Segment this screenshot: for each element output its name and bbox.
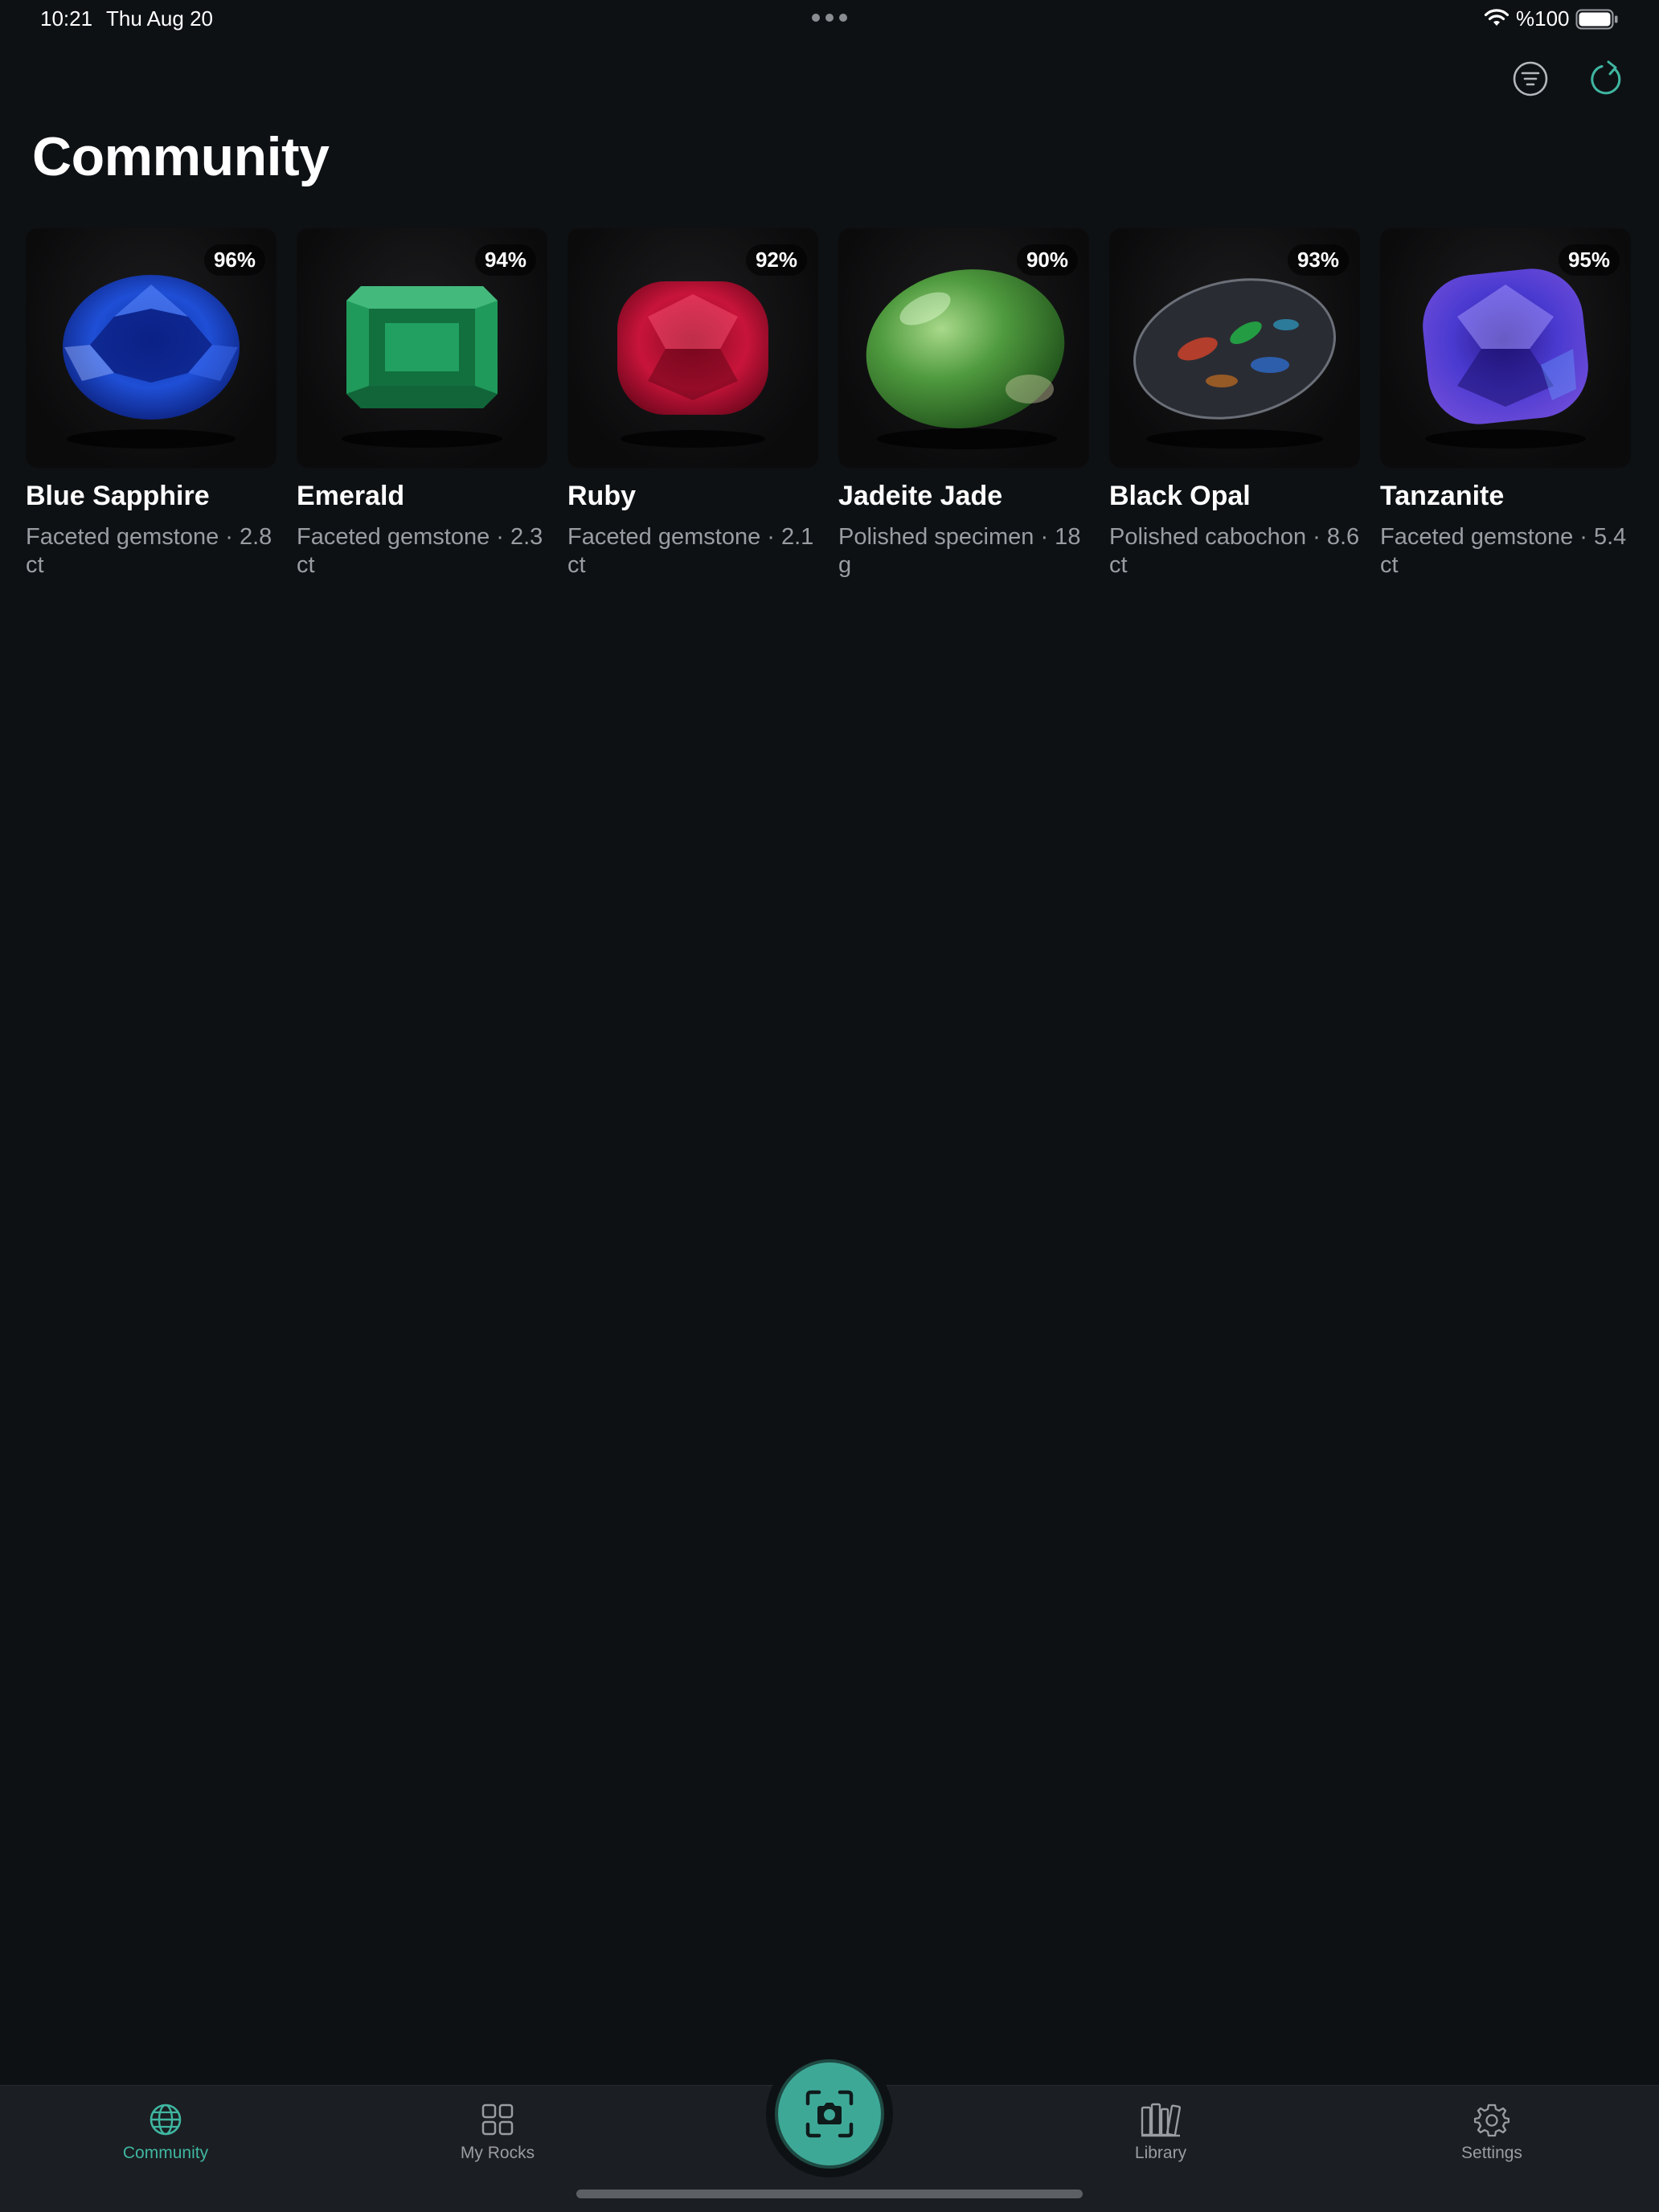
community-card[interactable]: 90% Jadeite Jade Polished specimen · 18 … — [838, 228, 1089, 580]
confidence-badge: 95% — [1558, 244, 1620, 276]
status-date: Thu Aug 20 — [106, 6, 213, 31]
filter-button[interactable] — [1508, 56, 1553, 101]
status-bar: 10:21 Thu Aug 20 %100 — [0, 0, 1659, 39]
tab-label: Community — [122, 2144, 209, 2162]
card-description: Faceted gemstone · 5.4 ct — [1380, 524, 1627, 578]
gem-image: 93% — [1109, 228, 1360, 468]
globe-icon — [150, 2103, 182, 2136]
gear-icon — [1474, 2103, 1509, 2137]
app-screen: 10:21 Thu Aug 20 %100 Community 96% Blue… — [0, 0, 1659, 2212]
confidence-badge: 93% — [1287, 244, 1349, 276]
camera-scan-icon — [805, 2090, 854, 2138]
card-description: Polished specimen · 18 g — [838, 524, 1081, 578]
gem-image: 95% — [1380, 228, 1631, 468]
battery-icon — [1575, 9, 1618, 30]
tab-label: Settings — [1461, 2144, 1522, 2162]
grid-icon — [481, 2103, 514, 2136]
tab-my-rocks[interactable]: My Rocks — [417, 2086, 578, 2174]
tab-label: My Rocks — [460, 2144, 535, 2162]
gem-image: 90% — [838, 228, 1089, 468]
confidence-badge: 90% — [1016, 244, 1078, 276]
multitasking-dots-icon[interactable] — [812, 14, 847, 22]
confidence-badge: 92% — [745, 244, 807, 276]
confidence-badge: 96% — [203, 244, 265, 276]
refresh-icon — [1591, 60, 1621, 95]
card-title: Tanzanite — [1380, 481, 1505, 511]
filter-icon — [1513, 61, 1548, 96]
community-card[interactable]: 95% Tanzanite Faceted gemstone · 5.4 ct — [1380, 228, 1631, 580]
page-title: Community — [32, 126, 330, 187]
card-title: Black Opal — [1109, 481, 1251, 511]
wifi-icon — [1484, 9, 1509, 26]
card-title: Blue Sapphire — [26, 481, 210, 511]
books-icon — [1141, 2103, 1182, 2137]
battery-percentage: %100 — [1516, 6, 1570, 31]
tab-community[interactable]: Community — [85, 2086, 246, 2174]
home-indicator — [576, 2189, 1083, 2198]
status-time: 10:21 — [40, 6, 93, 31]
tab-settings[interactable]: Settings — [1411, 2086, 1572, 2174]
card-title: Jadeite Jade — [838, 481, 1003, 511]
card-description: Faceted gemstone · 2.8 ct — [26, 524, 272, 578]
card-description: Faceted gemstone · 2.1 ct — [567, 524, 814, 578]
card-title: Emerald — [297, 481, 405, 511]
gem-image: 92% — [567, 228, 818, 468]
confidence-badge: 94% — [474, 244, 536, 276]
tab-library[interactable]: Library — [1080, 2086, 1241, 2174]
card-description: Faceted gemstone · 2.3 ct — [297, 524, 543, 578]
scan-button[interactable] — [775, 2059, 884, 2169]
community-card[interactable]: 94% Emerald Faceted gemstone · 2.3 ct — [297, 228, 547, 580]
community-card[interactable]: 92% Ruby Faceted gemstone · 2.1 ct — [567, 228, 818, 580]
community-card[interactable]: 93% Black Opal Polished cabochon · 8.6 c… — [1109, 228, 1360, 580]
community-card[interactable]: 96% Blue Sapphire Faceted gemstone · 2.8… — [26, 228, 276, 580]
gem-image: 96% — [26, 228, 276, 468]
scan-button-ring — [766, 2050, 893, 2177]
gem-image: 94% — [297, 228, 547, 468]
card-description: Polished cabochon · 8.6 ct — [1109, 524, 1360, 578]
card-title: Ruby — [567, 481, 636, 511]
community-cards: 96% Blue Sapphire Faceted gemstone · 2.8… — [26, 228, 1631, 580]
tab-label: Library — [1134, 2144, 1187, 2162]
refresh-button[interactable] — [1585, 56, 1630, 101]
